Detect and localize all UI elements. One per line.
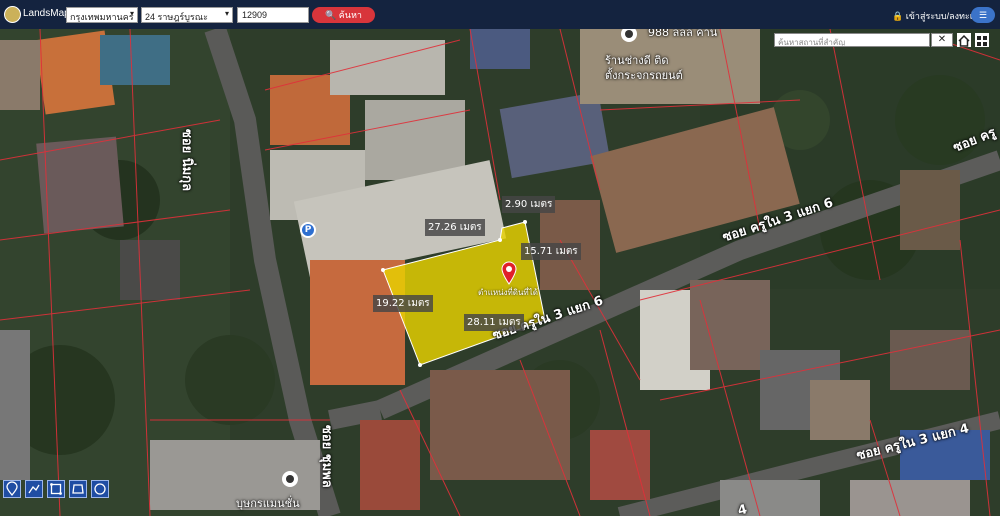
place-marker-icon[interactable] <box>281 470 299 488</box>
measure-top-right: 2.90 เมตร <box>502 196 556 213</box>
landsmaps-logo-icon <box>4 6 21 23</box>
location-pin-icon[interactable] <box>500 261 518 285</box>
road-label-soi-chumpon: ซอย ชุมพล <box>319 425 334 488</box>
place-search-input[interactable]: ค้นหาสถานที่สำคัญ <box>774 33 930 47</box>
road-label-soi-nimkul: ซอย นิ่มกุล <box>179 129 194 192</box>
measure-top: 27.26 เมตร <box>425 219 485 236</box>
chevron-down-icon: ▾ <box>224 9 229 18</box>
place-marker-icon[interactable] <box>620 29 638 47</box>
home-icon[interactable] <box>957 33 971 47</box>
parcel-number-input[interactable]: 12909 <box>237 7 309 23</box>
menu-button[interactable]: ☰ <box>971 7 995 23</box>
measure-bottom: 28.11 เมตร <box>464 314 524 331</box>
satellite-map[interactable]: ค้นหาสถานที่สำคัญ ✕ 988 ลลล คาน ร้านช่าง… <box>0 29 1000 516</box>
chevron-down-icon: ▾ <box>129 9 134 18</box>
parcel-name-label: ตำแหน่งที่ดินที่ได้ <box>478 288 538 297</box>
measure-right: 15.71 เมตร <box>521 243 581 260</box>
circle-tool-icon[interactable] <box>91 480 109 498</box>
polygon-tool-icon[interactable] <box>69 480 87 498</box>
top-bar: LandsMaps กรุงเทพมหานคร ▾ 24 ราษฎร์บูรณะ… <box>0 0 1000 29</box>
measure-left: 19.22 เมตร <box>373 295 433 312</box>
province-select[interactable]: กรุงเทพมหานคร ▾ <box>66 7 138 23</box>
district-value: 24 ราษฎร์บูรณะ <box>145 12 208 22</box>
location-tool-icon[interactable] <box>3 480 21 498</box>
area-tool-icon[interactable] <box>47 480 65 498</box>
bottom-place-label: บุษกรแมนชั่น <box>236 497 300 510</box>
layers-icon[interactable] <box>975 33 989 47</box>
province-value: กรุงเทพมหานคร <box>70 12 134 22</box>
shop-address-label: 988 ลลล คาน <box>648 29 718 39</box>
parking-icon[interactable]: P <box>300 222 316 238</box>
shop-name-line2: ตั้งกระจกรถยนต์ <box>605 69 683 82</box>
district-select[interactable]: 24 ราษฎร์บูรณะ ▾ <box>141 7 233 23</box>
clear-search-button[interactable]: ✕ <box>931 33 953 47</box>
search-button[interactable]: 🔍 ค้นหา <box>312 7 375 23</box>
measure-tool-icon[interactable] <box>25 480 43 498</box>
